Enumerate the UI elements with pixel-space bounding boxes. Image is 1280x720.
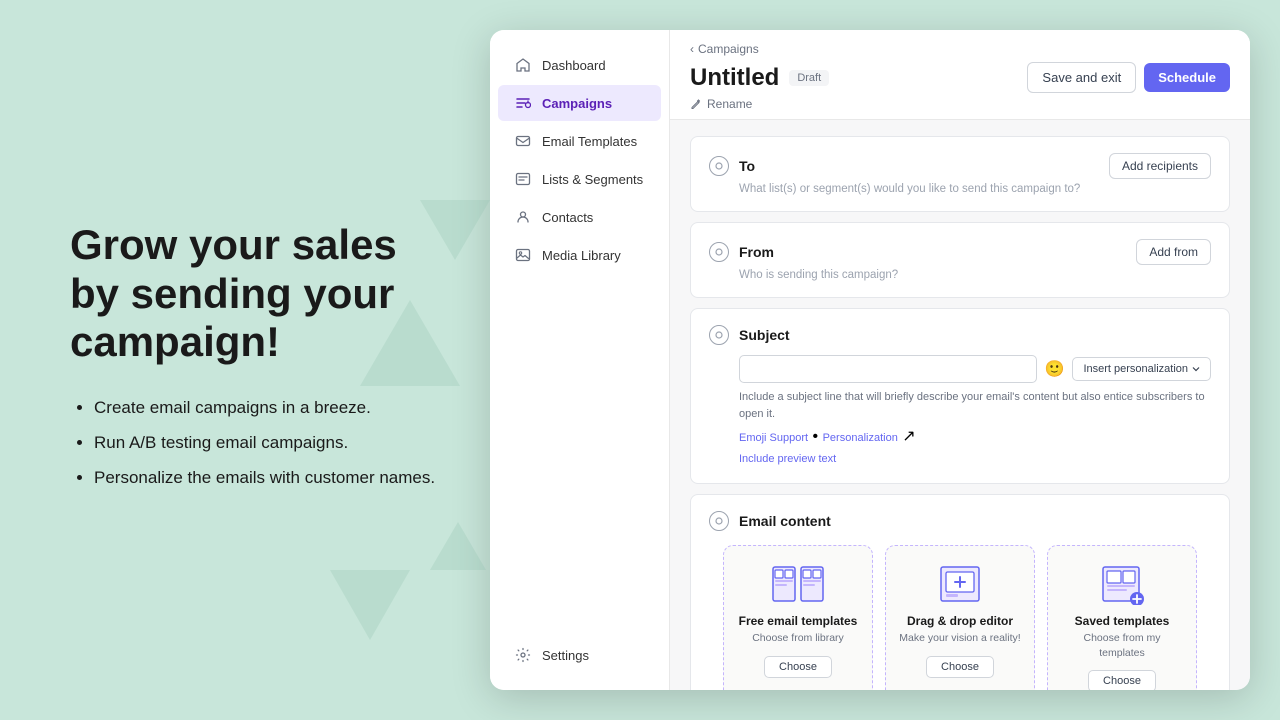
schedule-button[interactable]: Schedule: [1144, 63, 1230, 92]
topbar-row: Untitled Draft Save and exit Schedule: [690, 62, 1230, 93]
hero-title: Grow your sales by sending your campaign…: [70, 221, 450, 366]
subject-circle: [709, 325, 729, 345]
sidebar-label-dashboard: Dashboard: [542, 58, 606, 73]
to-title: To: [739, 158, 1099, 174]
sidebar: Dashboard Campaigns Email Templates: [490, 30, 670, 690]
settings-icon: [514, 646, 532, 664]
topbar: ‹ Campaigns Untitled Draft Save and exit…: [670, 30, 1250, 120]
saved-templates-choose-button[interactable]: Choose: [1088, 670, 1156, 690]
subject-input[interactable]: [739, 355, 1037, 383]
to-header: To Add recipients: [709, 153, 1211, 179]
from-circle: [709, 242, 729, 262]
rename-label: Rename: [707, 97, 752, 111]
emoji-support-link[interactable]: Emoji Support: [739, 432, 808, 444]
saved-templates-icon: [1094, 562, 1150, 606]
drag-drop-icon: [932, 562, 988, 606]
main-panel: ‹ Campaigns Untitled Draft Save and exit…: [670, 30, 1250, 690]
drag-drop-desc: Make your vision a reality!: [899, 631, 1020, 646]
free-templates-choose-button[interactable]: Choose: [764, 656, 832, 678]
from-title: From: [739, 244, 1126, 260]
email-content-header: Email content: [709, 511, 1211, 531]
subject-input-row: 🙂 Insert personalization: [739, 355, 1211, 383]
email-content-circle: [709, 511, 729, 531]
breadcrumb[interactable]: ‹ Campaigns: [690, 42, 1230, 56]
sidebar-label-media-library: Media Library: [542, 248, 621, 263]
add-recipients-button[interactable]: Add recipients: [1109, 153, 1211, 179]
to-circle: [709, 156, 729, 176]
to-section: To Add recipients What list(s) or segmen…: [690, 136, 1230, 212]
hero-bullets: Create email campaigns in a breeze. Run …: [70, 394, 450, 493]
sidebar-label-campaigns: Campaigns: [542, 96, 612, 111]
breadcrumb-text: Campaigns: [698, 42, 759, 56]
drag-drop-choose-button[interactable]: Choose: [926, 656, 994, 678]
rename-icon: [690, 98, 702, 110]
email-content-title: Email content: [739, 513, 1211, 529]
sidebar-item-settings[interactable]: Settings: [498, 637, 661, 673]
hero-bullet-3: Personalize the emails with customer nam…: [94, 464, 450, 493]
preview-text-row: Include preview text: [739, 449, 1211, 467]
saved-templates-title: Saved templates: [1075, 614, 1170, 628]
personalization-link[interactable]: Personalization: [823, 432, 898, 444]
drag-drop-option: Drag & drop editor Make your vision a re…: [885, 545, 1035, 690]
app-window: Dashboard Campaigns Email Templates: [490, 30, 1250, 690]
campaign-body: To Add recipients What list(s) or segmen…: [670, 120, 1250, 690]
contacts-icon: [514, 208, 532, 226]
insert-personalization-button[interactable]: Insert personalization: [1072, 357, 1211, 381]
hero-bullet-2: Run A/B testing email campaigns.: [94, 429, 450, 458]
from-header: From Add from: [709, 239, 1211, 265]
add-from-button[interactable]: Add from: [1136, 239, 1211, 265]
home-icon: [514, 56, 532, 74]
sidebar-item-email-templates[interactable]: Email Templates: [498, 123, 661, 159]
to-hint: What list(s) or segment(s) would you lik…: [739, 183, 1211, 195]
free-templates-option: Free email templates Choose from library…: [723, 545, 873, 690]
rename-row[interactable]: Rename: [690, 97, 1230, 111]
subject-title: Subject: [739, 327, 1211, 343]
save-exit-button[interactable]: Save and exit: [1027, 62, 1136, 93]
sidebar-item-dashboard[interactable]: Dashboard: [498, 47, 661, 83]
subject-section: Subject 🙂 Insert personalization Include…: [690, 308, 1230, 484]
list-icon: [514, 170, 532, 188]
sidebar-item-media-library[interactable]: Media Library: [498, 237, 661, 273]
emoji-icon[interactable]: 🙂: [1045, 359, 1065, 379]
free-templates-desc: Choose from library: [752, 631, 844, 646]
sidebar-label-email-templates: Email Templates: [542, 134, 637, 149]
email-content-section: Email content: [690, 494, 1230, 690]
page-title: Untitled: [690, 64, 779, 92]
sidebar-label-contacts: Contacts: [542, 210, 593, 225]
breadcrumb-chevron: ‹: [690, 42, 694, 56]
sidebar-item-contacts[interactable]: Contacts: [498, 199, 661, 235]
sidebar-label-settings: Settings: [542, 648, 589, 663]
include-preview-text-link[interactable]: Include preview text: [739, 453, 836, 465]
email-icon: [514, 132, 532, 150]
topbar-actions: Save and exit Schedule: [1027, 62, 1230, 93]
campaigns-icon: [514, 94, 532, 112]
saved-templates-option: Saved templates Choose from my templates…: [1047, 545, 1197, 690]
drag-drop-title: Drag & drop editor: [907, 614, 1013, 628]
saved-templates-desc: Choose from my templates: [1060, 631, 1184, 660]
media-icon: [514, 246, 532, 264]
subject-links: Emoji Support • Personalization ↗: [739, 426, 1211, 446]
from-hint: Who is sending this campaign?: [739, 269, 1211, 281]
draft-badge: Draft: [789, 70, 829, 86]
free-templates-icon: [770, 562, 826, 606]
chevron-down-icon: [1192, 365, 1200, 373]
sidebar-item-lists-segments[interactable]: Lists & Segments: [498, 161, 661, 197]
content-options: Free email templates Choose from library…: [709, 545, 1211, 690]
sidebar-item-campaigns[interactable]: Campaigns: [498, 85, 661, 121]
topbar-title-row: Untitled Draft: [690, 64, 829, 92]
subject-desc: Include a subject line that will briefly…: [739, 389, 1211, 422]
subject-header: Subject: [709, 325, 1211, 345]
from-section: From Add from Who is sending this campai…: [690, 222, 1230, 298]
free-templates-title: Free email templates: [739, 614, 858, 628]
sidebar-label-lists-segments: Lists & Segments: [542, 172, 643, 187]
hero-bullet-1: Create email campaigns in a breeze.: [94, 394, 450, 423]
